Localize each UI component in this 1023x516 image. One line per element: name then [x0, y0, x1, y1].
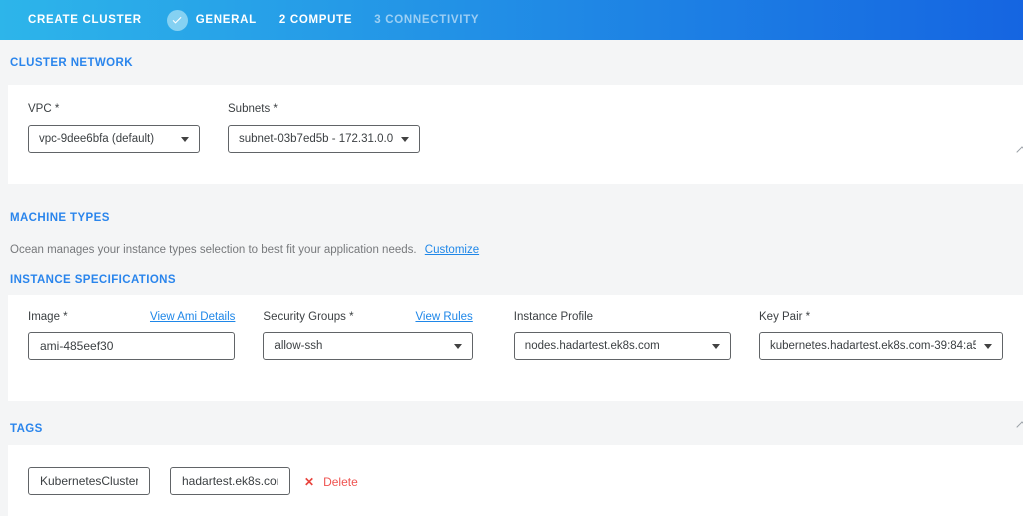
chevron-down-icon: [712, 344, 720, 349]
security-groups-select[interactable]: allow-ssh: [263, 332, 472, 360]
tags-card: ✕ Delete: [8, 445, 1023, 516]
page-title: CREATE CLUSTER: [28, 14, 142, 26]
cluster-network-card: VPC * vpc-9dee6bfa (default) Subnets * s…: [8, 85, 1023, 184]
chevron-down-icon: [181, 137, 189, 142]
subnets-label: Subnets *: [228, 103, 420, 115]
machine-types-band: MACHINE TYPES Ocean manages your instanc…: [0, 184, 1023, 295]
step-connectivity[interactable]: 3 CONNECTIVITY: [374, 14, 479, 26]
image-label: Image *: [28, 311, 68, 323]
check-circle-icon: [167, 10, 188, 31]
vpc-select[interactable]: vpc-9dee6bfa (default): [28, 125, 200, 153]
key-pair-label: Key Pair *: [759, 311, 810, 323]
cluster-network-header-band: CLUSTER NETWORK: [0, 40, 1023, 85]
security-groups-select-value: allow-ssh: [274, 340, 322, 352]
chevron-down-icon: [454, 344, 462, 349]
security-groups-label: Security Groups *: [263, 311, 353, 323]
instance-specifications-heading: INSTANCE SPECIFICATIONS: [10, 274, 1023, 286]
instance-profile-select[interactable]: nodes.hadartest.ek8s.com: [514, 332, 731, 360]
machine-types-heading: MACHINE TYPES: [10, 212, 1023, 224]
instance-profile-select-value: nodes.hadartest.ek8s.com: [525, 340, 660, 352]
key-pair-select[interactable]: kubernetes.hadartest.ek8s.com-39:84:a5:9…: [759, 332, 1003, 360]
machine-types-description-text: Ocean manages your instance types select…: [10, 244, 417, 256]
machine-types-description: Ocean manages your instance types select…: [10, 244, 1023, 256]
view-rules-link[interactable]: View Rules: [415, 311, 472, 323]
key-pair-select-value: kubernetes.hadartest.ek8s.com-39:84:a5:9…: [770, 340, 976, 352]
tag-row: ✕ Delete: [28, 467, 358, 495]
view-ami-details-link[interactable]: View Ami Details: [150, 311, 235, 323]
cluster-network-heading: CLUSTER NETWORK: [10, 57, 1023, 69]
chevron-down-icon: [984, 344, 992, 349]
instance-profile-label: Instance Profile: [514, 311, 593, 323]
customize-link[interactable]: Customize: [425, 244, 479, 256]
step-connectivity-label: 3 CONNECTIVITY: [374, 14, 479, 26]
delete-tag-button[interactable]: ✕ Delete: [304, 475, 358, 489]
close-icon: ✕: [304, 475, 314, 489]
step-compute-label: 2 COMPUTE: [279, 14, 352, 26]
tag-value-input[interactable]: [170, 467, 290, 495]
chevron-down-icon: [401, 137, 409, 142]
vpc-label: VPC *: [28, 103, 200, 115]
instance-specifications-card: Image * View Ami Details Security Groups…: [8, 295, 1023, 401]
tag-key-input[interactable]: [28, 467, 150, 495]
step-general-label: GENERAL: [196, 14, 257, 26]
image-input[interactable]: [28, 332, 235, 360]
wizard-header: CREATE CLUSTER GENERAL 2 COMPUTE 3 CONNE…: [0, 0, 1023, 40]
delete-tag-label: Delete: [323, 475, 358, 489]
step-general[interactable]: GENERAL: [167, 10, 257, 31]
tags-heading: TAGS: [10, 423, 1023, 435]
step-compute[interactable]: 2 COMPUTE: [279, 14, 352, 26]
vpc-select-value: vpc-9dee6bfa (default): [39, 133, 154, 145]
subnets-select-value: subnet-03b7ed5b - 172.31.0.0/20 ...: [239, 133, 393, 145]
subnets-select[interactable]: subnet-03b7ed5b - 172.31.0.0/20 ...: [228, 125, 420, 153]
tags-header-band: TAGS: [0, 401, 1023, 445]
